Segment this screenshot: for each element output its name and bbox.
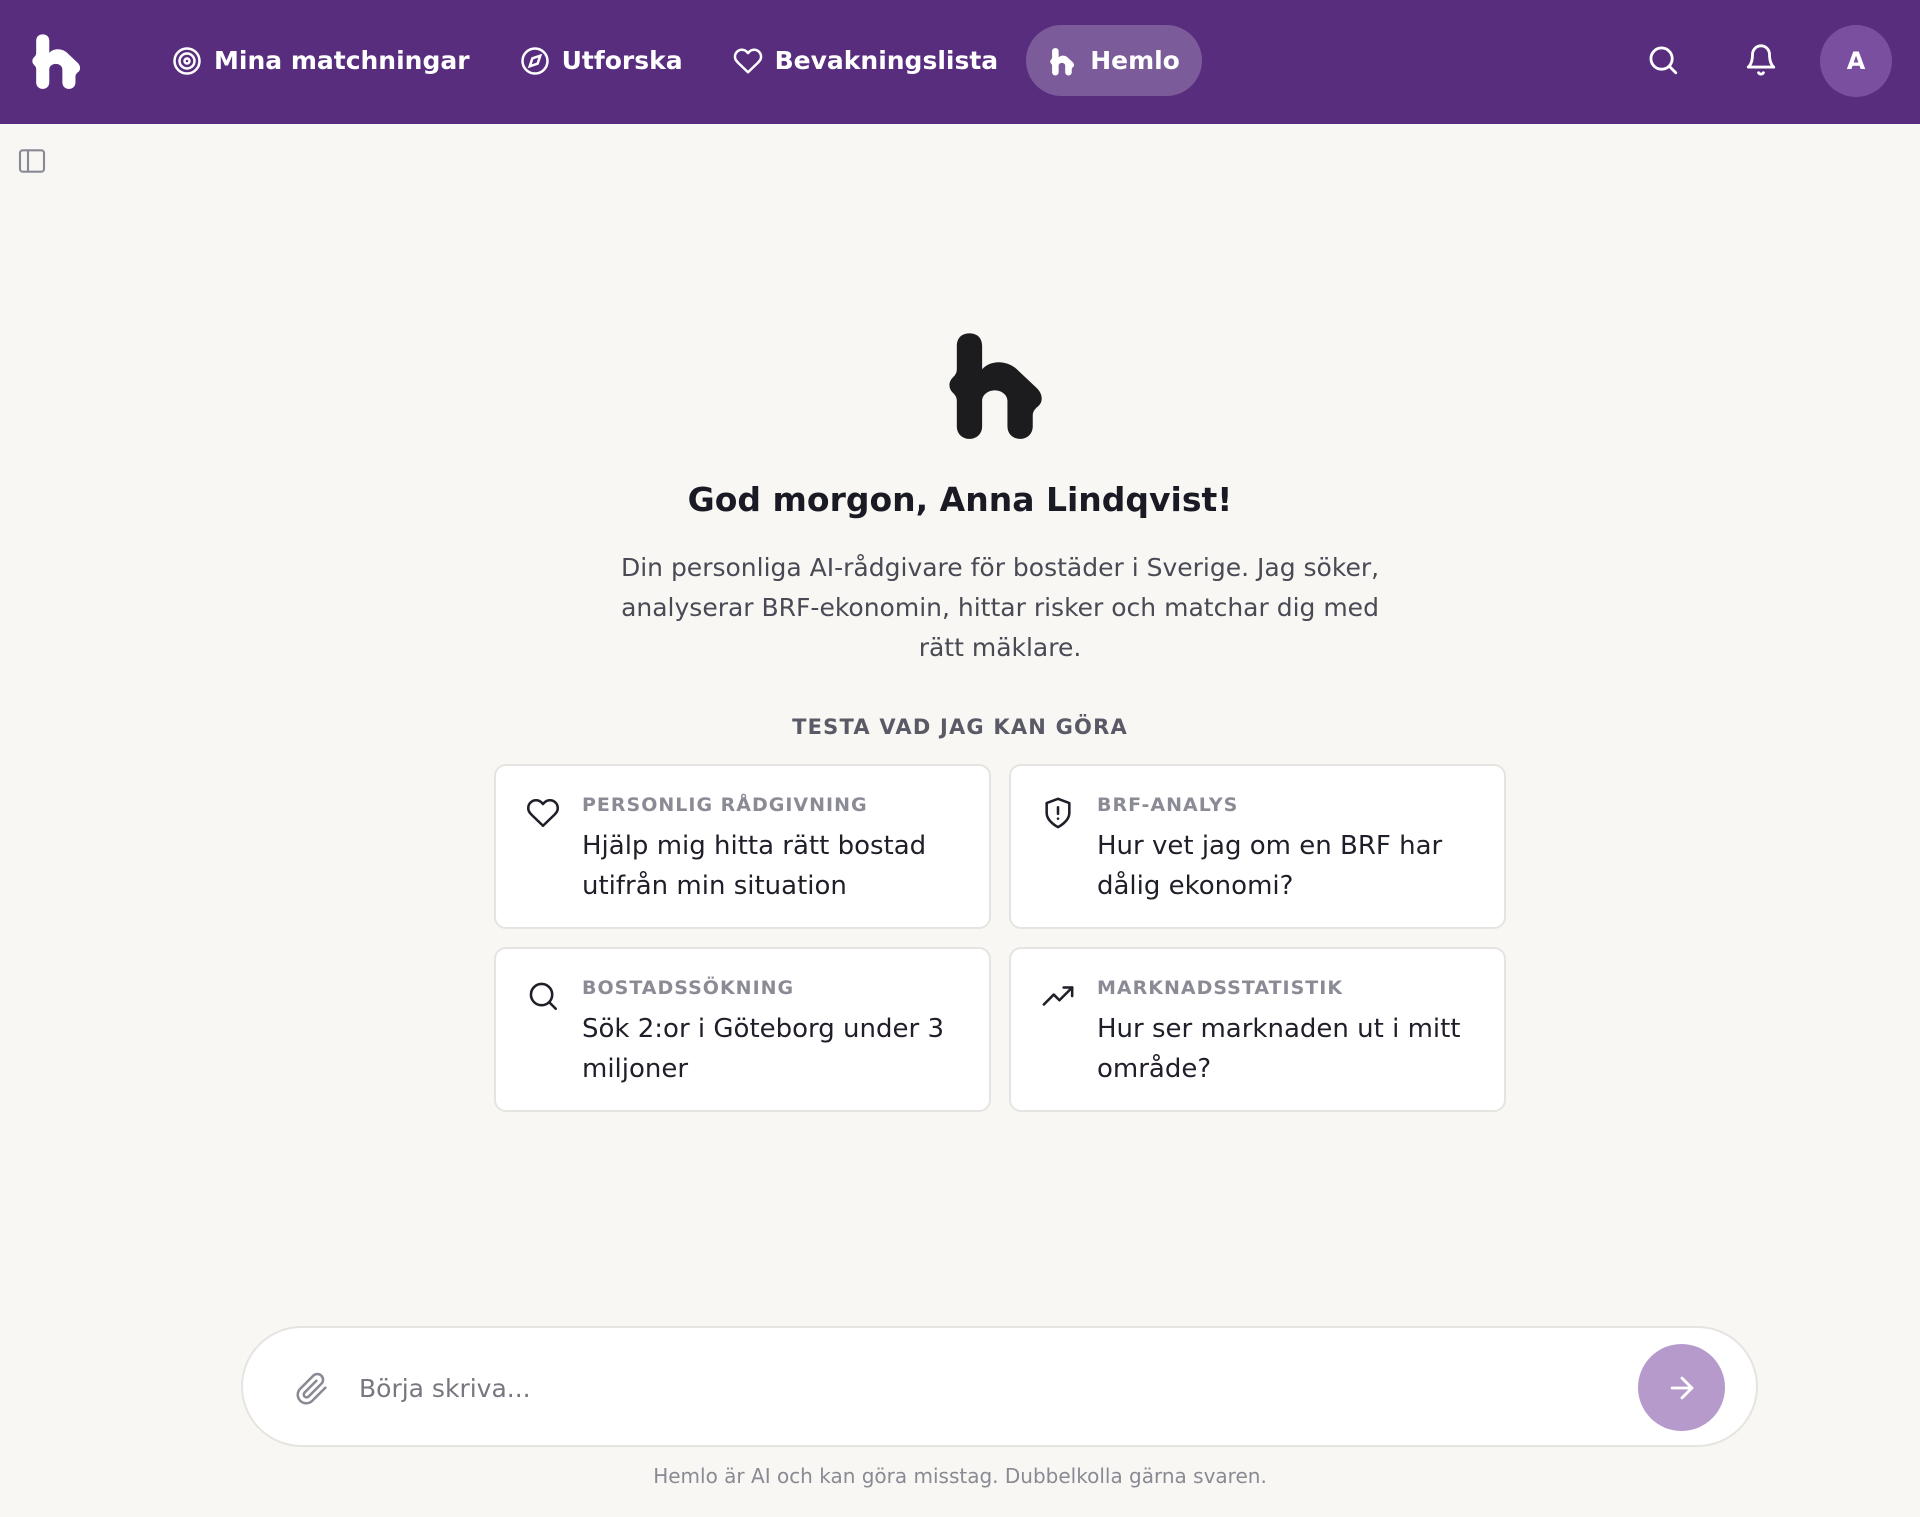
card-category: PERSONLIG RÅDGIVNING: [582, 794, 868, 816]
search-button[interactable]: [1633, 30, 1693, 90]
card-category: MARKNADSSTATISTIK: [1097, 977, 1344, 999]
card-question: Hur ser marknaden ut i mitt område?: [1097, 1014, 1461, 1084]
greeting-heading: God morgon, Anna Lindqvist!: [687, 480, 1233, 519]
sidebar-toggle-button[interactable]: [16, 145, 48, 177]
intro-text: Din personliga AI-rådgivare för bostäder…: [620, 553, 1380, 662]
card-question: Hur vet jag om en BRF har dålig ekonomi?: [1097, 831, 1443, 901]
message-composer: [241, 1326, 1758, 1447]
message-input[interactable]: [359, 1356, 1609, 1420]
nav-item-label: Bevakningslista: [774, 46, 999, 75]
top-navigation-bar: Mina matchningar Utforska Bevakningslist…: [0, 0, 1920, 124]
attach-button[interactable]: [295, 1372, 329, 1406]
suggestion-cards: PERSONLIG RÅDGIVNING Hjälp mig hitta rät…: [494, 764, 1506, 1112]
heart-icon: [733, 48, 762, 73]
hemlo-logo-icon: [1050, 47, 1075, 75]
suggestion-card-brf-analys[interactable]: BRF-ANALYS Hur vet jag om en BRF har dål…: [1009, 764, 1506, 929]
suggestion-card-marknadsstatistik[interactable]: MARKNADSSTATISTIK Hur ser marknaden ut i…: [1009, 947, 1506, 1112]
nav-item-label: Mina matchningar: [214, 46, 470, 75]
target-icon: [173, 46, 201, 75]
notifications-button[interactable]: [1731, 30, 1791, 90]
nav-item-bevakningslista[interactable]: Bevakningslista: [711, 25, 1021, 96]
nav-item-hemlo[interactable]: Hemlo: [1026, 25, 1202, 96]
nav-item-label: Hemlo: [1090, 46, 1180, 75]
suggestions-heading: TESTA VAD JAG KAN GÖRA: [792, 715, 1128, 739]
shield-alert-icon: [1045, 797, 1071, 829]
paperclip-icon: [296, 1372, 327, 1405]
card-question: Hjälp mig hitta rätt bostad utifrån min …: [582, 831, 927, 901]
card-category: BOSTADSSÖKNING: [582, 977, 795, 999]
send-button[interactable]: [1638, 1344, 1725, 1431]
bell-icon: [1746, 44, 1776, 76]
hemlo-logo-icon: [945, 325, 1053, 441]
search-icon: [529, 982, 558, 1011]
arrow-right-icon: [1670, 1376, 1693, 1399]
trending-up-icon: [1042, 986, 1074, 1006]
avatar[interactable]: A: [1820, 25, 1892, 97]
ai-disclaimer: Hemlo är AI och kan göra misstag. Dubbel…: [653, 1464, 1267, 1488]
main-nav: Mina matchningar Utforska Bevakningslist…: [150, 25, 1202, 96]
suggestion-card-bostadssokning[interactable]: BOSTADSSÖKNING Sök 2:or i Göteborg under…: [494, 947, 991, 1112]
compass-icon: [520, 46, 549, 75]
nav-item-utforska[interactable]: Utforska: [498, 25, 705, 96]
card-question: Sök 2:or i Göteborg under 3 miljoner: [582, 1014, 944, 1084]
suggestion-card-personlig-radgivning[interactable]: PERSONLIG RÅDGIVNING Hjälp mig hitta rät…: [494, 764, 991, 929]
search-icon: [1649, 46, 1678, 75]
heart-icon: [526, 798, 560, 828]
sidebar-panel-icon: [18, 149, 46, 173]
nav-item-mina-matchningar[interactable]: Mina matchningar: [150, 25, 492, 96]
avatar-initial: A: [1846, 47, 1866, 75]
hemlo-logo-icon[interactable]: [30, 30, 86, 90]
card-category: BRF-ANALYS: [1097, 794, 1239, 816]
nav-item-label: Utforska: [561, 46, 683, 75]
